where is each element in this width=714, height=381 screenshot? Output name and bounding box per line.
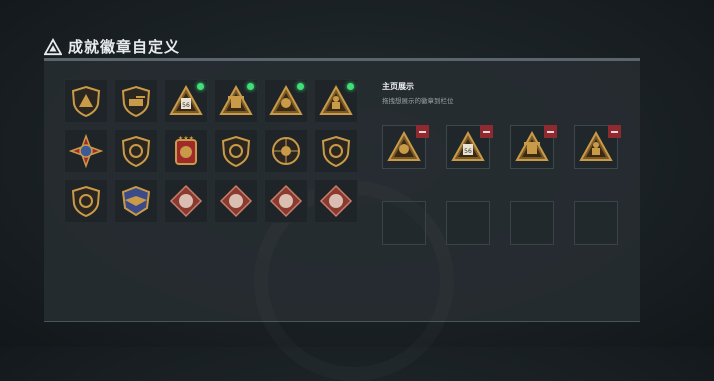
badge-cell[interactable] <box>314 79 358 123</box>
badge-cell[interactable] <box>164 179 208 223</box>
badge-cell[interactable] <box>264 179 308 223</box>
page-title: 成就徽章自定义 <box>68 38 181 56</box>
triangle-shield-badge-icon <box>71 85 101 118</box>
badge-cell[interactable] <box>314 129 358 173</box>
showcase-subtitle: 拖拽想展示的徽章到栏位 <box>382 97 454 105</box>
eagle-crest-badge-icon <box>121 185 151 217</box>
badge-cell[interactable]: ★★★ <box>164 129 208 173</box>
showcase-slot-empty[interactable] <box>382 201 426 245</box>
badge-cell[interactable] <box>264 129 308 173</box>
badge-cell[interactable] <box>114 129 158 173</box>
showcase-slot-empty[interactable] <box>574 201 618 245</box>
minus-icon <box>611 130 618 133</box>
triangle-a-icon <box>44 37 62 55</box>
badge-cell[interactable] <box>214 129 258 173</box>
new-indicator-dot <box>197 83 204 90</box>
sword-diamond-badge-icon <box>319 184 353 218</box>
new-indicator-dot <box>297 83 304 90</box>
remove-badge-button[interactable] <box>608 125 621 138</box>
showcase-slot-filled[interactable] <box>574 125 621 169</box>
page-header: 成就徽章自定义 <box>44 36 180 57</box>
badge-panel: 56 ★★★ 主页展示 拖拽想展示的徽章到栏位 56 <box>44 58 640 322</box>
dragon-diamond-badge-icon <box>219 184 253 218</box>
showcase-title: 主页展示 <box>382 82 414 91</box>
showcase-slot-filled[interactable]: 56 <box>446 125 493 169</box>
remove-badge-button[interactable] <box>416 125 429 138</box>
skull-target-badge-icon <box>272 137 300 165</box>
claw-shield-badge-icon <box>321 135 351 168</box>
badge-cell[interactable] <box>114 79 158 123</box>
showcase-slot-empty[interactable] <box>446 201 490 245</box>
wing-shield-badge-icon <box>121 135 151 168</box>
badge-cell[interactable] <box>64 79 108 123</box>
badge-cell[interactable]: 56 <box>164 79 208 123</box>
bear-diamond-badge-icon <box>269 184 303 218</box>
badge-cell[interactable] <box>64 179 108 223</box>
remove-badge-button[interactable] <box>480 125 493 138</box>
showcase-header: 主页展示 拖拽想展示的徽章到栏位 <box>382 81 454 105</box>
showcase-slot-filled[interactable] <box>382 125 429 169</box>
minus-icon <box>547 130 554 133</box>
star-crest-badge-icon: ★★★ <box>175 135 197 165</box>
showcase-slot-filled[interactable] <box>510 125 557 169</box>
badge-cell[interactable] <box>214 179 258 223</box>
badge-grid: 56 ★★★ <box>64 79 358 223</box>
svg-text:56: 56 <box>182 102 190 109</box>
badge-cell[interactable] <box>214 79 258 123</box>
cross-medal-badge-icon <box>69 134 103 168</box>
beast-diamond-badge-icon <box>169 184 203 218</box>
new-indicator-dot <box>347 83 354 90</box>
dino-shield-badge-icon <box>71 185 101 218</box>
badge-cell[interactable] <box>314 179 358 223</box>
showcase-slots: 56 <box>382 125 621 245</box>
minus-icon <box>419 130 426 133</box>
showcase-slot-empty[interactable] <box>510 201 554 245</box>
badge-cell[interactable] <box>114 179 158 223</box>
wolf-shield-badge-icon <box>221 135 251 168</box>
badge-cell[interactable] <box>264 79 308 123</box>
svg-text:★★★: ★★★ <box>178 135 194 142</box>
remove-badge-button[interactable] <box>544 125 557 138</box>
badge-cell[interactable] <box>64 129 108 173</box>
tank-shield-badge-icon <box>121 85 151 118</box>
minus-icon <box>483 130 490 133</box>
new-indicator-dot <box>247 83 254 90</box>
svg-text:56: 56 <box>464 148 472 155</box>
